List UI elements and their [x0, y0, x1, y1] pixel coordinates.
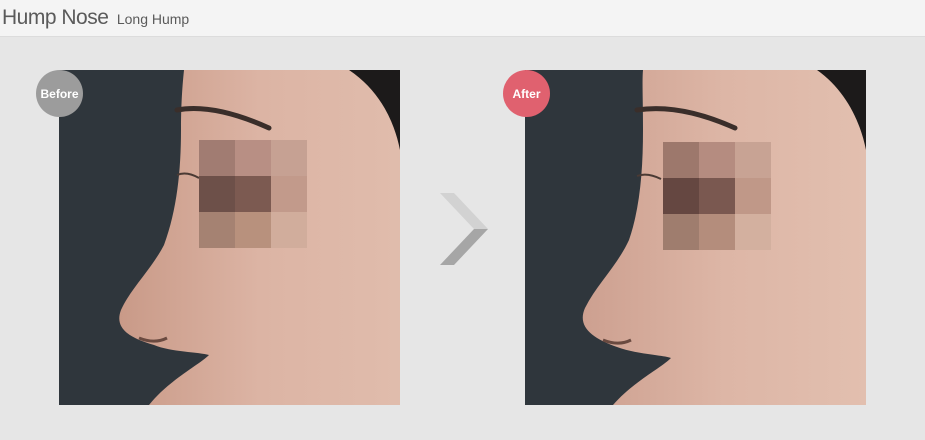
after-photo [525, 70, 866, 405]
mosaic-blur [663, 142, 771, 250]
chevron-right-icon [440, 193, 488, 265]
mosaic-blur [199, 140, 307, 248]
before-badge-label: Before [40, 86, 79, 101]
before-photo [59, 70, 400, 405]
title-main: Hump Nose [2, 6, 109, 29]
after-badge: After [503, 70, 550, 117]
before-badge: Before [36, 70, 83, 117]
page-title: Hump Nose Long Hump [2, 6, 189, 30]
before-face-image [59, 70, 400, 405]
title-subtitle: Long Hump [116, 11, 190, 27]
header-bar: Hump Nose Long Hump [0, 0, 925, 37]
after-face-image [525, 70, 866, 405]
after-badge-label: After [512, 86, 541, 101]
